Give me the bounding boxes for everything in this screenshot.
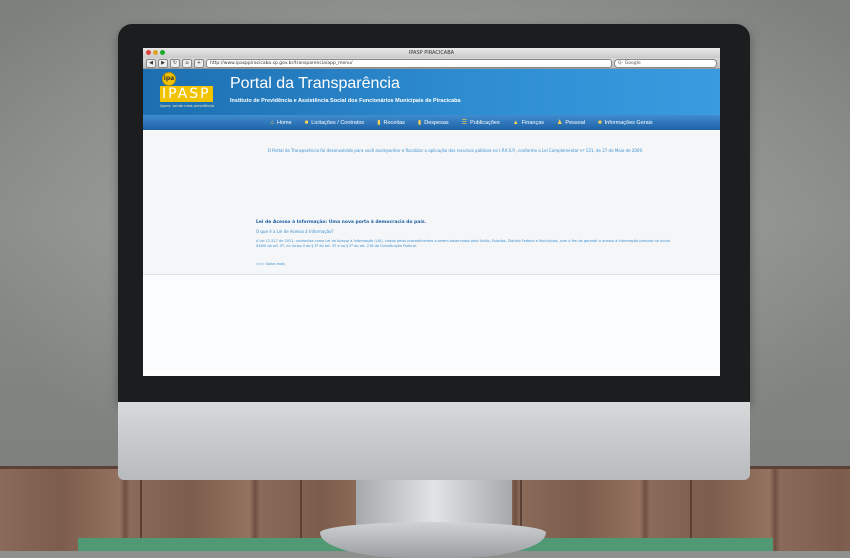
browser-toolbar: ◀ ▶ ↻ ⌂ + http://www.ipasppiracicaba.sp.… <box>143 58 720 69</box>
nav-item-label: Informações Gerais <box>604 119 653 126</box>
nav-item-label: Publicações <box>470 119 500 126</box>
finance-icon: ▲ <box>512 119 519 126</box>
main-content: O Portal da Transparência foi desenvolvi… <box>143 130 720 370</box>
nav-item-label: Pessoal <box>565 119 585 126</box>
nav-item-receitas[interactable]: ▮ Receitas <box>377 119 405 127</box>
forward-button[interactable]: ▶ <box>158 58 168 68</box>
nav-item-label: Finanças <box>521 119 545 126</box>
lai-paragraph: A Lei 12.527 de 2011, conhecida como Lei… <box>256 239 671 248</box>
site-header: ipa IPASP Agora, sendo mais previdência … <box>143 69 720 115</box>
window-titlebar: IPASP PIRACICABA <box>143 48 720 58</box>
page-subtitle: Instituto de Previdência e Assistência S… <box>230 98 461 104</box>
intro-text: O Portal da Transparência foi desenvolvi… <box>267 148 644 153</box>
site-logo[interactable]: IPASP <box>160 86 213 102</box>
nav-item-pessoal[interactable]: ♟ Pessoal <box>557 119 585 127</box>
reload-button[interactable]: ↻ <box>170 58 180 68</box>
nav-item-label: Despesas <box>424 119 449 126</box>
home-icon: ⌂ <box>270 119 274 126</box>
add-bookmark-button[interactable]: + <box>194 58 204 68</box>
nav-item-label: Licitações / Contratos <box>311 119 365 126</box>
back-button[interactable]: ◀ <box>146 58 156 68</box>
folder-icon: ■ <box>304 119 309 126</box>
chart-icon: ▮ <box>377 120 381 126</box>
info-icon: ■ <box>598 119 602 126</box>
zoom-icon[interactable] <box>160 50 165 55</box>
nav-item-financas[interactable]: ▲ Finanças <box>513 120 544 126</box>
monitor-stand-neck <box>356 480 512 528</box>
minimize-icon[interactable] <box>153 50 158 55</box>
page-title: Portal da Transparência <box>230 75 400 92</box>
lai-question: O que é a Lei de Acesso à Informação? <box>256 229 334 234</box>
document-icon: ☰ <box>461 120 468 126</box>
monitor-stand-foot <box>320 522 546 558</box>
browser-window: IPASP PIRACICABA ◀ ▶ ↻ ⌂ + http://www.ip… <box>143 48 720 376</box>
close-icon[interactable] <box>146 50 151 55</box>
chart-icon: ▮ <box>417 120 422 126</box>
lai-heading: Lei de Acesso à Informação: Uma nova por… <box>256 220 427 225</box>
search-input[interactable]: Q- Google <box>614 58 717 68</box>
nav-item-informacoes[interactable]: ■ Informações Gerais <box>598 120 653 126</box>
logo-tagline: Agora, sendo mais previdência <box>160 104 215 108</box>
main-nav: ⌂ Home ■ Licitações / Contratos ▮ Receit… <box>143 115 720 130</box>
nav-item-home[interactable]: ⌂ Home <box>270 120 291 126</box>
window-title: IPASP PIRACICABA <box>408 50 455 56</box>
nav-item-label: Home <box>277 119 292 126</box>
nav-item-label: Receitas <box>383 119 405 126</box>
logo-badge: ipa <box>162 72 176 86</box>
read-more-link[interactable]: >>> Saiba mais <box>256 262 285 266</box>
nav-item-publicacoes[interactable]: ☰ Publicações <box>461 119 500 127</box>
content-panel: O Portal da Transparência foi desenvolvi… <box>143 132 720 275</box>
address-bar[interactable]: http://www.ipasppiracicaba.sp.gov.br/tra… <box>206 58 612 68</box>
people-icon: ♟ <box>557 120 563 126</box>
monitor-chin <box>118 402 750 480</box>
home-button[interactable]: ⌂ <box>182 58 192 68</box>
nav-item-licitacoes[interactable]: ■ Licitações / Contratos <box>305 120 365 126</box>
nav-item-despesas[interactable]: ▮ Despesas <box>417 119 449 127</box>
window-controls <box>146 50 165 55</box>
